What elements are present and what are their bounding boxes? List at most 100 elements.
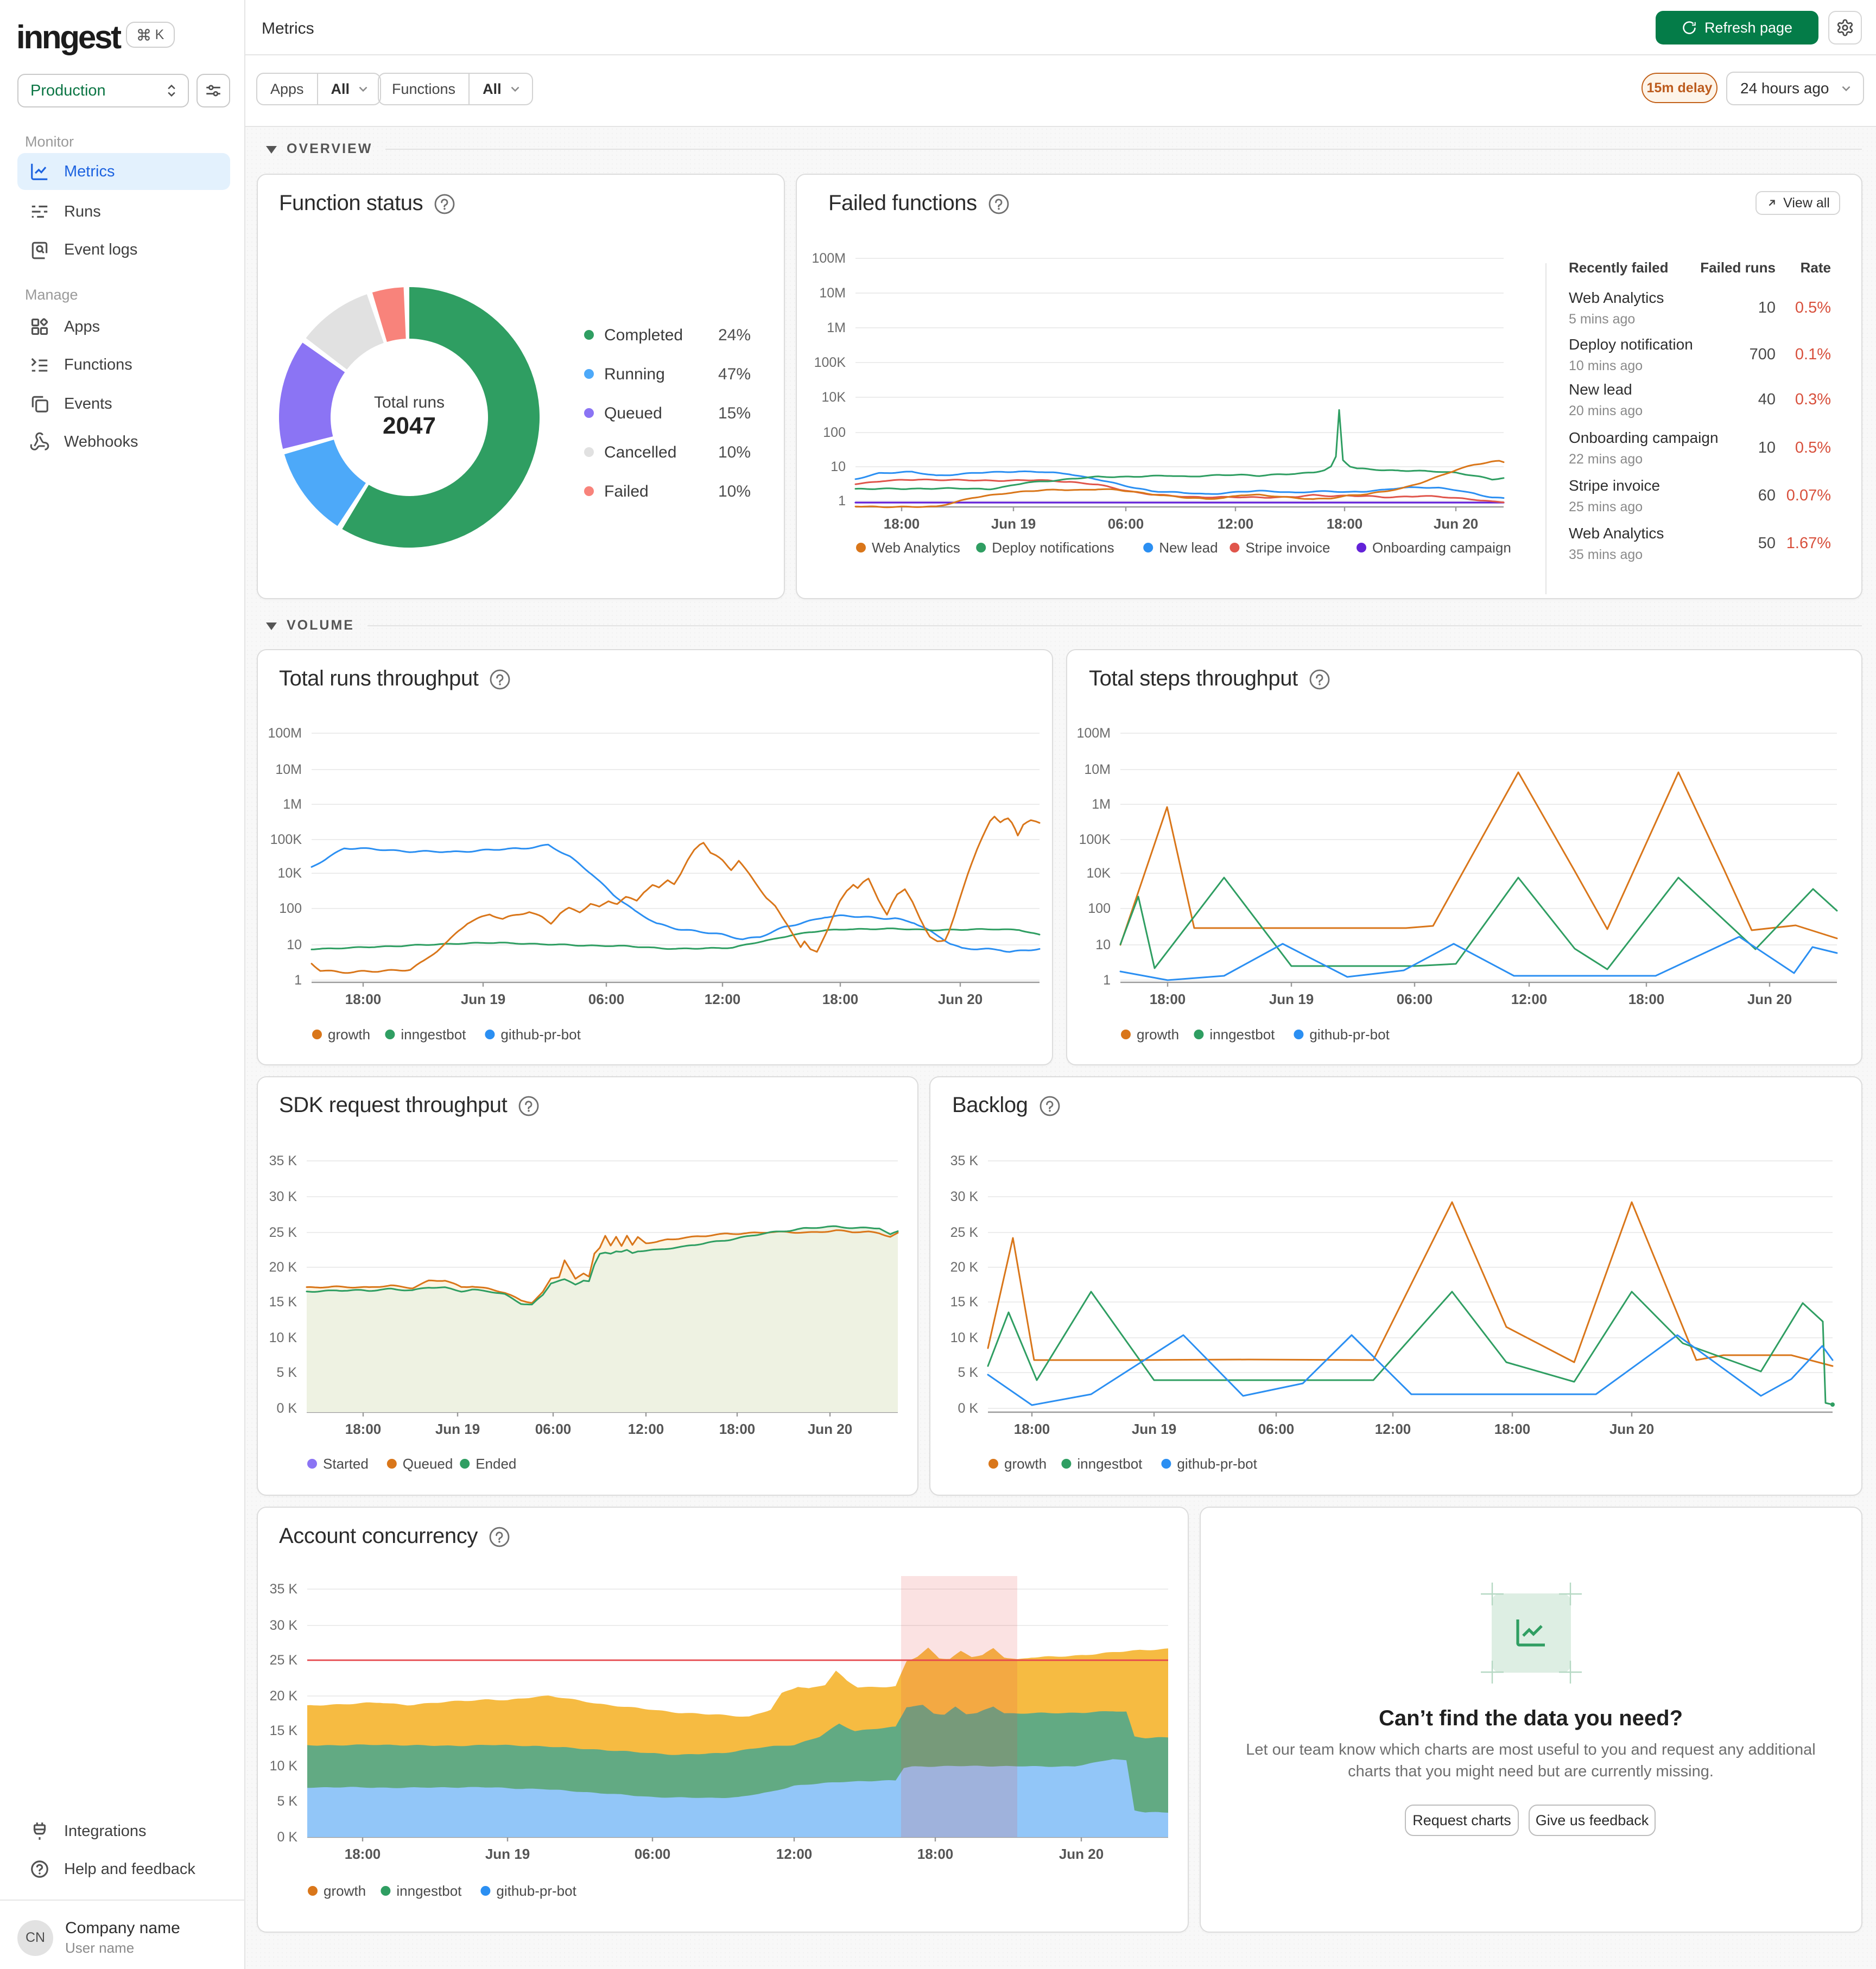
svg-text:10%: 10% xyxy=(718,443,751,461)
svg-text:30 K: 30 K xyxy=(269,1189,297,1204)
svg-text:Web Analytics: Web Analytics xyxy=(1569,289,1664,306)
svg-text:Rate: Rate xyxy=(1801,259,1831,276)
svg-text:18:00: 18:00 xyxy=(917,1846,954,1862)
svg-text:Stripe invoice: Stripe invoice xyxy=(1245,539,1330,556)
svg-text:Queued: Queued xyxy=(604,404,662,422)
svg-text:Failed: Failed xyxy=(604,482,649,500)
svg-text:1M: 1M xyxy=(827,320,846,335)
svg-text:inngestbot: inngestbot xyxy=(401,1026,466,1043)
svg-text:60: 60 xyxy=(1758,487,1776,504)
svg-text:0.1%: 0.1% xyxy=(1795,346,1831,363)
svg-text:10K: 10K xyxy=(1087,866,1111,881)
svg-text:10M: 10M xyxy=(275,762,302,777)
svg-text:Completed: Completed xyxy=(604,326,683,344)
svg-text:Total runs: Total runs xyxy=(374,393,445,411)
svg-text:0.07%: 0.07% xyxy=(1786,487,1831,504)
svg-text:Failed runs: Failed runs xyxy=(1700,259,1776,276)
svg-text:100K: 100K xyxy=(270,832,302,847)
svg-text:github-pr-bot: github-pr-bot xyxy=(500,1026,581,1043)
svg-text:35 K: 35 K xyxy=(270,1581,298,1597)
svg-text:Queued: Queued xyxy=(403,1456,453,1472)
svg-text:12:00: 12:00 xyxy=(705,991,741,1007)
svg-text:1: 1 xyxy=(294,973,302,988)
svg-text:40: 40 xyxy=(1758,391,1776,408)
svg-text:700: 700 xyxy=(1750,346,1776,363)
svg-text:06:00: 06:00 xyxy=(635,1846,671,1862)
svg-text:inngestbot: inngestbot xyxy=(1077,1456,1143,1472)
svg-text:35 K: 35 K xyxy=(269,1153,297,1168)
svg-text:25 K: 25 K xyxy=(270,1653,298,1668)
svg-text:New lead: New lead xyxy=(1569,381,1632,398)
svg-text:0 K: 0 K xyxy=(958,1401,978,1416)
svg-text:06:00: 06:00 xyxy=(1258,1421,1295,1437)
svg-text:30 K: 30 K xyxy=(950,1189,979,1204)
svg-text:inngestbot: inngestbot xyxy=(396,1883,462,1899)
svg-text:12:00: 12:00 xyxy=(1511,991,1548,1007)
svg-text:10K: 10K xyxy=(278,866,302,881)
svg-text:1M: 1M xyxy=(1092,797,1111,812)
svg-text:10 K: 10 K xyxy=(270,1758,298,1774)
svg-text:Jun 20: Jun 20 xyxy=(938,991,983,1007)
svg-text:20 K: 20 K xyxy=(269,1260,297,1275)
svg-text:1.67%: 1.67% xyxy=(1786,535,1831,552)
svg-text:50: 50 xyxy=(1758,535,1776,552)
svg-text:Jun 19: Jun 19 xyxy=(435,1421,480,1437)
svg-text:100K: 100K xyxy=(814,355,846,370)
svg-text:Ended: Ended xyxy=(476,1456,516,1472)
svg-text:20 K: 20 K xyxy=(270,1688,298,1704)
svg-text:18:00: 18:00 xyxy=(822,991,859,1007)
svg-text:10: 10 xyxy=(831,459,846,474)
svg-text:25 mins ago: 25 mins ago xyxy=(1569,499,1643,515)
svg-text:Web Analytics: Web Analytics xyxy=(872,539,960,556)
svg-text:0 K: 0 K xyxy=(277,1830,297,1845)
svg-text:Jun 19: Jun 19 xyxy=(461,991,505,1007)
svg-text:Jun 20: Jun 20 xyxy=(1609,1421,1654,1437)
svg-text:20 mins ago: 20 mins ago xyxy=(1569,403,1643,418)
svg-text:10: 10 xyxy=(287,937,302,952)
svg-text:25 K: 25 K xyxy=(269,1225,297,1240)
svg-text:06:00: 06:00 xyxy=(1397,991,1433,1007)
svg-text:5 mins ago: 5 mins ago xyxy=(1569,312,1635,327)
svg-text:15 K: 15 K xyxy=(270,1723,298,1738)
svg-text:15 K: 15 K xyxy=(269,1294,297,1310)
svg-text:10 K: 10 K xyxy=(950,1330,979,1345)
svg-text:Jun 20: Jun 20 xyxy=(1434,516,1478,532)
svg-text:0.5%: 0.5% xyxy=(1795,299,1831,316)
svg-text:growth: growth xyxy=(328,1026,370,1043)
svg-text:18:00: 18:00 xyxy=(719,1421,756,1437)
svg-text:100M: 100M xyxy=(812,251,846,266)
svg-text:10: 10 xyxy=(1758,439,1776,456)
svg-text:100M: 100M xyxy=(268,726,302,741)
svg-text:30 K: 30 K xyxy=(270,1618,298,1633)
svg-text:18:00: 18:00 xyxy=(1150,991,1186,1007)
svg-text:18:00: 18:00 xyxy=(1014,1421,1050,1437)
svg-text:12:00: 12:00 xyxy=(1218,516,1254,532)
svg-text:5 K: 5 K xyxy=(276,1365,297,1380)
svg-text:10 K: 10 K xyxy=(269,1330,297,1345)
svg-text:24%: 24% xyxy=(718,326,751,344)
svg-text:Started: Started xyxy=(323,1456,369,1472)
svg-text:Onboarding campaign: Onboarding campaign xyxy=(1372,539,1511,556)
svg-text:100: 100 xyxy=(1088,901,1111,916)
svg-text:1M: 1M xyxy=(283,797,302,812)
svg-text:Deploy notifications: Deploy notifications xyxy=(992,539,1114,556)
svg-text:12:00: 12:00 xyxy=(1375,1421,1411,1437)
svg-text:100K: 100K xyxy=(1079,832,1111,847)
svg-text:47%: 47% xyxy=(718,365,751,383)
svg-text:18:00: 18:00 xyxy=(345,1421,382,1437)
svg-text:Onboarding campaign: Onboarding campaign xyxy=(1569,429,1719,446)
svg-text:35 K: 35 K xyxy=(950,1153,979,1168)
svg-text:18:00: 18:00 xyxy=(884,516,920,532)
svg-text:growth: growth xyxy=(324,1883,366,1899)
svg-text:18:00: 18:00 xyxy=(1628,991,1665,1007)
svg-text:18:00: 18:00 xyxy=(1494,1421,1531,1437)
svg-text:Cancelled: Cancelled xyxy=(604,443,676,461)
svg-text:20 K: 20 K xyxy=(950,1260,979,1275)
svg-text:growth: growth xyxy=(1004,1456,1047,1472)
svg-text:100M: 100M xyxy=(1076,726,1111,741)
svg-text:10M: 10M xyxy=(1084,762,1111,777)
svg-text:06:00: 06:00 xyxy=(588,991,625,1007)
svg-text:Jun 20: Jun 20 xyxy=(808,1421,852,1437)
svg-text:Jun 19: Jun 19 xyxy=(485,1846,530,1862)
svg-text:06:00: 06:00 xyxy=(1108,516,1144,532)
